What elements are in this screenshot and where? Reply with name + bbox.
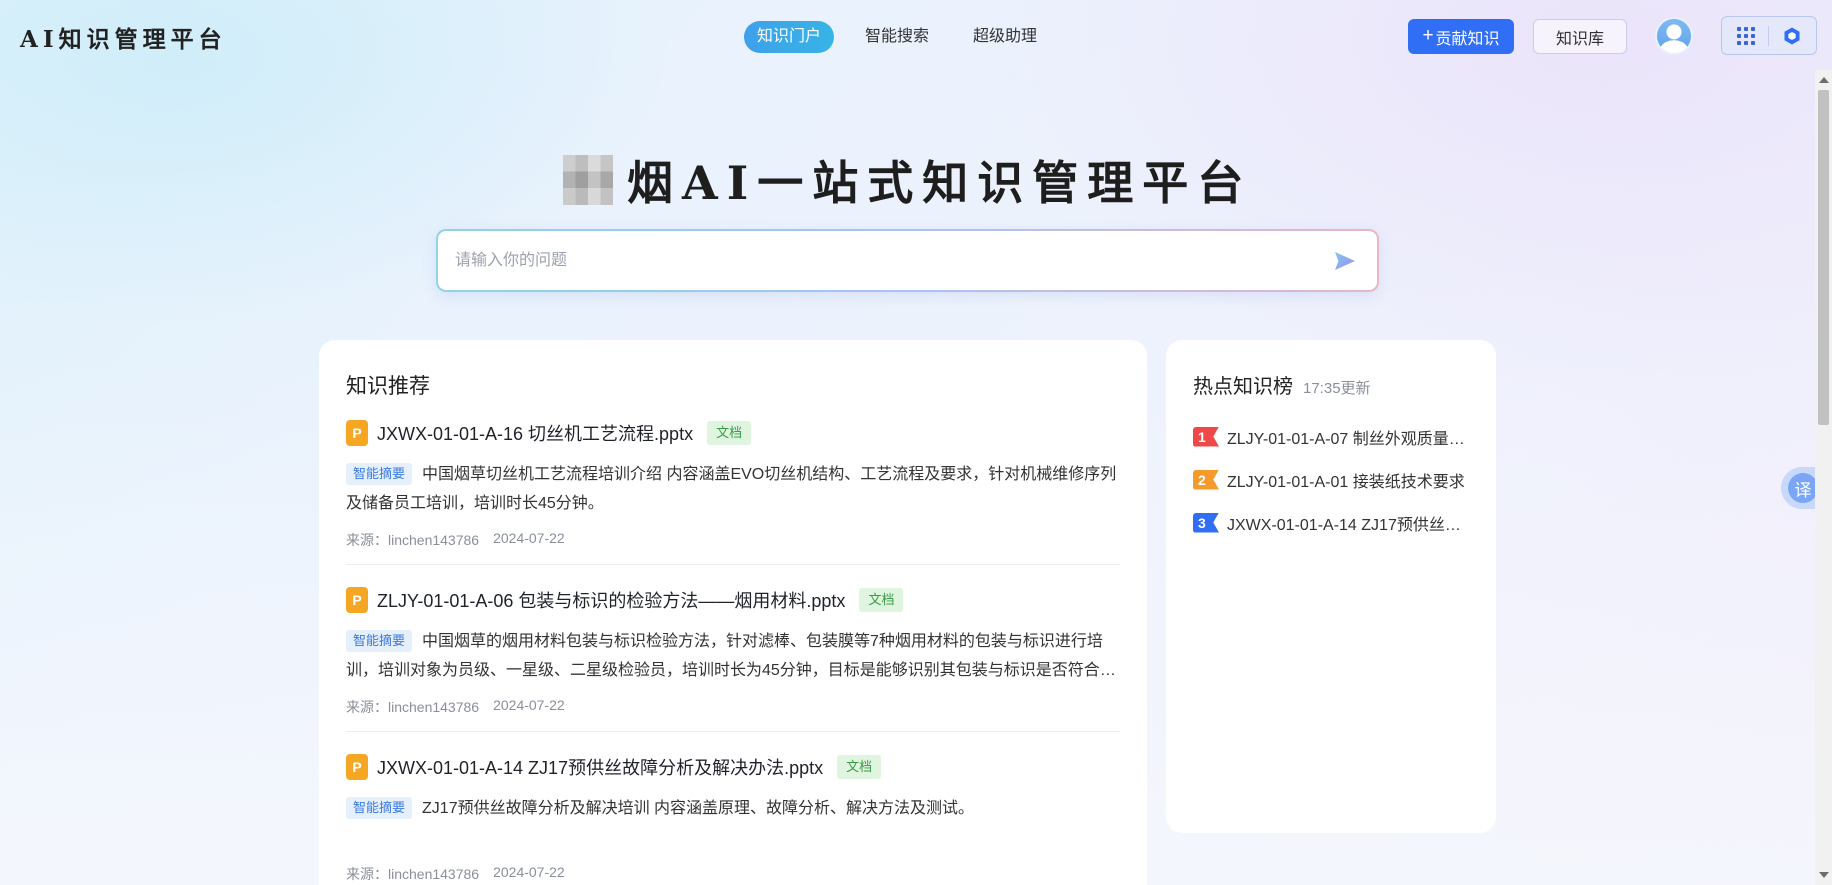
doc-title-link[interactable]: JXWX-01-01-A-16 切丝机工艺流程.pptx <box>377 420 693 446</box>
doc-source: 来源：linchen143786 <box>346 699 480 715</box>
brand-logo-text[interactable]: AI知识管理平台 <box>20 20 227 54</box>
scroll-thumb[interactable] <box>1818 90 1829 425</box>
summary-text: 中国烟草的烟用材料包装与标识检验方法，针对滤棒、包装膜等7种烟用材料的包装与标识… <box>346 633 1116 679</box>
rank-badge: 2 <box>1193 469 1219 490</box>
doc-title-link[interactable]: ZLJY-01-01-A-06 包装与标识的检验方法——烟用材料.pptx <box>377 587 845 613</box>
ppt-file-icon: P <box>346 754 368 780</box>
hot-knowledge-card: 热点知识榜 17:35更新 1 ZLJY-01-01-A-07 制丝外观质量检验… <box>1166 340 1496 833</box>
nav-tab-portal[interactable]: 知识门户 <box>744 21 835 53</box>
hot-item[interactable]: 1 ZLJY-01-01-A-07 制丝外观质量检验 <box>1193 415 1469 458</box>
contribute-knowledge-button[interactable]: + 贡献知识 <box>1408 19 1514 54</box>
apps-grid-icon[interactable] <box>1736 26 1755 45</box>
knowledge-recommend-card: 知识推荐 P JXWX-01-01-A-16 切丝机工艺流程.pptx 文档 智… <box>319 340 1147 885</box>
send-icon[interactable] <box>1333 250 1357 272</box>
doc-meta: 来源：linchen143786 2024-07-22 <box>346 530 1120 550</box>
recommend-title: 知识推荐 <box>346 375 430 398</box>
doc-date: 2024-07-22 <box>493 864 565 880</box>
nav-tab-super-assistant[interactable]: 超级助理 <box>960 21 1050 53</box>
doc-summary: 智能摘要 ZJ17预供丝故障分析及解决培训 内容涵盖原理、故障分析、解决方法及测试… <box>346 794 1120 852</box>
page-scrollbar[interactable] <box>1815 70 1832 885</box>
top-bar: AI知识管理平台 知识门户 智能搜索 超级助理 + 贡献知识 知识库 <box>0 0 1832 70</box>
doc-type-tag: 文档 <box>707 421 752 445</box>
doc-head: P ZLJY-01-01-A-06 包装与标识的检验方法——烟用材料.pptx … <box>346 585 1120 615</box>
main-nav: 知识门户 智能搜索 超级助理 <box>744 21 1050 53</box>
rank-badge: 1 <box>1193 426 1219 447</box>
doc-head: P JXWX-01-01-A-14 ZJ17预供丝故障分析及解决办法.pptx … <box>346 752 1120 782</box>
scroll-up-arrow-icon[interactable] <box>1819 77 1829 83</box>
hot-item-text: ZLJY-01-01-A-07 制丝外观质量检验 <box>1227 430 1467 448</box>
doc-meta: 来源：linchen143786 2024-07-22 <box>346 864 1120 884</box>
doc-type-tag: 文档 <box>859 588 904 612</box>
doc-date: 2024-07-22 <box>493 530 565 546</box>
knowledge-base-button[interactable]: 知识库 <box>1533 19 1627 54</box>
doc-date: 2024-07-22 <box>493 697 565 713</box>
doc-type-tag: 文档 <box>837 755 882 779</box>
doc-source: 来源：linchen143786 <box>346 532 480 548</box>
list-item: P ZLJY-01-01-A-06 包装与标识的检验方法——烟用材料.pptx … <box>346 585 1120 732</box>
question-input[interactable] <box>455 231 1295 290</box>
rank-badge: 3 <box>1193 512 1219 533</box>
user-avatar-icon[interactable] <box>1655 17 1693 55</box>
doc-summary: 智能摘要 中国烟草的烟用材料包装与标识检验方法，针对滤棒、包装膜等7种烟用材料的包… <box>346 627 1120 685</box>
list-item: P JXWX-01-01-A-14 ZJ17预供丝故障分析及解决办法.pptx … <box>346 752 1120 885</box>
ai-summary-tag: 智能摘要 <box>346 463 413 485</box>
toolbar-group <box>1721 16 1817 55</box>
summary-text: 中国烟草切丝机工艺流程培训介绍 内容涵盖EVO切丝机结构、工艺流程及要求，针对机… <box>346 466 1117 512</box>
doc-summary: 智能摘要 中国烟草切丝机工艺流程培训介绍 内容涵盖EVO切丝机结构、工艺流程及要求… <box>346 460 1120 518</box>
ai-summary-tag: 智能摘要 <box>346 797 413 819</box>
hot-title: 热点知识榜 <box>1193 376 1293 398</box>
plus-icon: + <box>1422 25 1434 46</box>
hot-updated-time: 17:35更新 <box>1303 380 1371 397</box>
hot-head: 热点知识榜 17:35更新 <box>1193 370 1469 399</box>
ppt-file-icon: P <box>346 587 368 613</box>
hexagon-icon[interactable] <box>1782 26 1802 46</box>
ppt-file-icon: P <box>346 420 368 446</box>
summary-text: ZJ17预供丝故障分析及解决培训 内容涵盖原理、故障分析、解决方法及测试。 <box>422 800 975 817</box>
doc-source: 来源：linchen143786 <box>346 866 480 882</box>
ai-summary-tag: 智能摘要 <box>346 630 413 652</box>
list-item: P JXWX-01-01-A-16 切丝机工艺流程.pptx 文档 智能摘要 中国… <box>346 418 1120 565</box>
contribute-label: 贡献知识 <box>1435 30 1500 48</box>
hero-title: 烟AI一站式知识管理平台 <box>563 150 1252 210</box>
doc-head: P JXWX-01-01-A-16 切丝机工艺流程.pptx 文档 <box>346 418 1120 448</box>
doc-title-link[interactable]: JXWX-01-01-A-14 ZJ17预供丝故障分析及解决办法.pptx <box>377 754 823 780</box>
search-box <box>436 229 1379 292</box>
hero-title-text: 烟AI一站式知识管理平台 <box>627 156 1253 210</box>
hot-item-text: JXWX-01-01-A-14 ZJ17预供丝故障分析 <box>1227 516 1467 534</box>
hot-item[interactable]: 2 ZLJY-01-01-A-01 接装纸技术要求 <box>1193 458 1469 501</box>
search-inner <box>438 231 1377 290</box>
nav-tab-smart-search[interactable]: 智能搜索 <box>852 21 942 53</box>
scroll-down-arrow-icon[interactable] <box>1819 872 1829 878</box>
toolbar-divider <box>1767 25 1769 46</box>
doc-meta: 来源：linchen143786 2024-07-22 <box>346 697 1120 717</box>
hot-item[interactable]: 3 JXWX-01-01-A-14 ZJ17预供丝故障分析 <box>1193 501 1469 544</box>
hot-item-text: ZLJY-01-01-A-01 接装纸技术要求 <box>1227 473 1465 491</box>
translate-icon: 译 <box>1788 473 1818 503</box>
org-logo-icon <box>563 155 613 205</box>
